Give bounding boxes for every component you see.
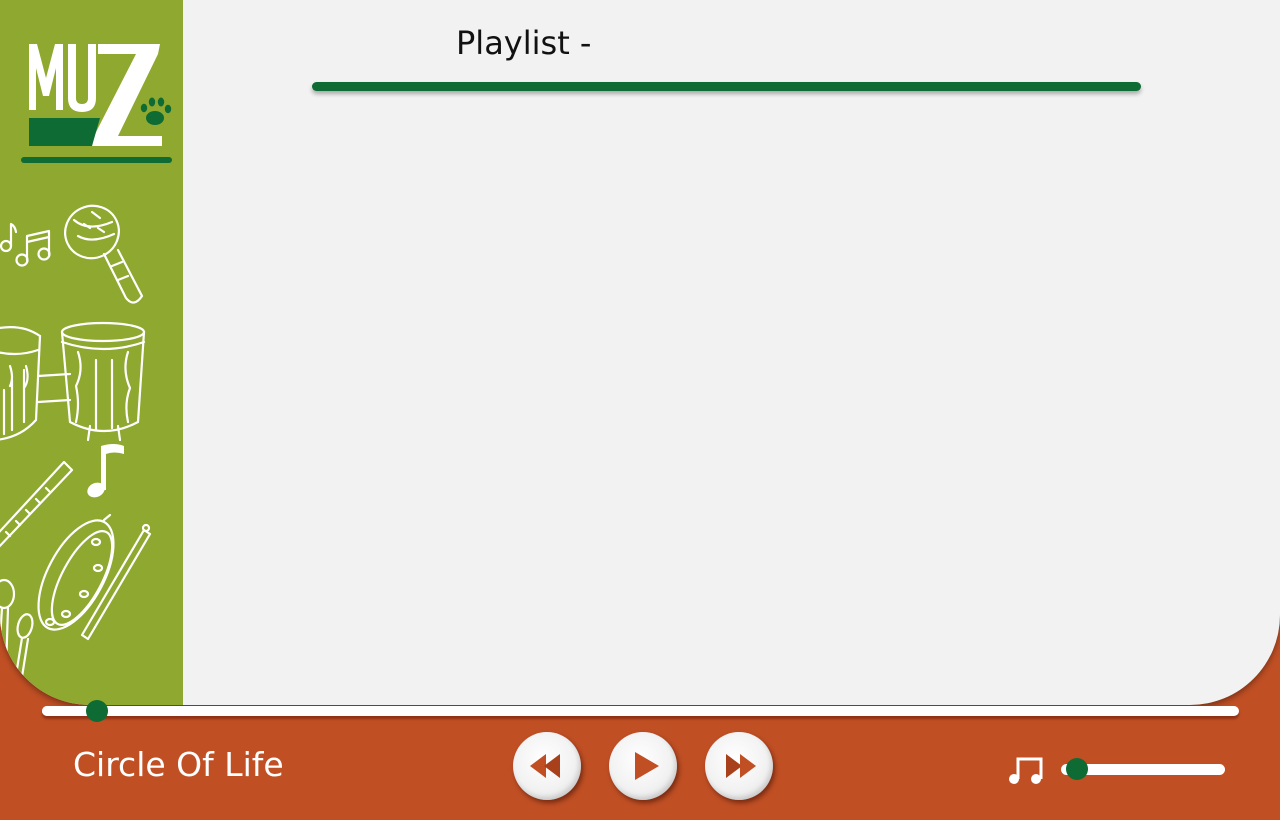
rewind-icon: [530, 754, 560, 778]
now-playing-title: Circle Of Life: [73, 745, 284, 784]
volume-slider[interactable]: [1061, 758, 1225, 780]
fast-forward-icon: [726, 754, 756, 778]
maraca-doodle: [64, 204, 144, 304]
play-icon: [635, 752, 659, 780]
shaker-sticks-doodle: [0, 578, 34, 704]
seek-bar-handle[interactable]: [86, 700, 109, 722]
playlist-title: Playlist -: [456, 24, 592, 62]
sidebar: [0, 0, 183, 705]
playlist-divider: [312, 82, 1141, 91]
music-notes-doodle: [0, 222, 51, 267]
quarter-note-doodle: [87, 444, 124, 498]
music-note-icon[interactable]: [1006, 755, 1044, 787]
tambourine-doodle: [37, 513, 115, 631]
bongo-right-doodle: [60, 321, 146, 442]
seek-bar[interactable]: [42, 700, 1239, 722]
logo-underline: [21, 157, 172, 163]
previous-button[interactable]: [513, 732, 581, 800]
bongo-left-doodle: [0, 325, 42, 441]
next-button[interactable]: [705, 732, 773, 800]
instrument-doodles: [0, 204, 152, 704]
app-logo[interactable]: [22, 38, 174, 150]
play-button[interactable]: [609, 732, 677, 800]
flute-doodle: [0, 460, 74, 548]
main-panel: Playlist -: [0, 0, 1280, 705]
